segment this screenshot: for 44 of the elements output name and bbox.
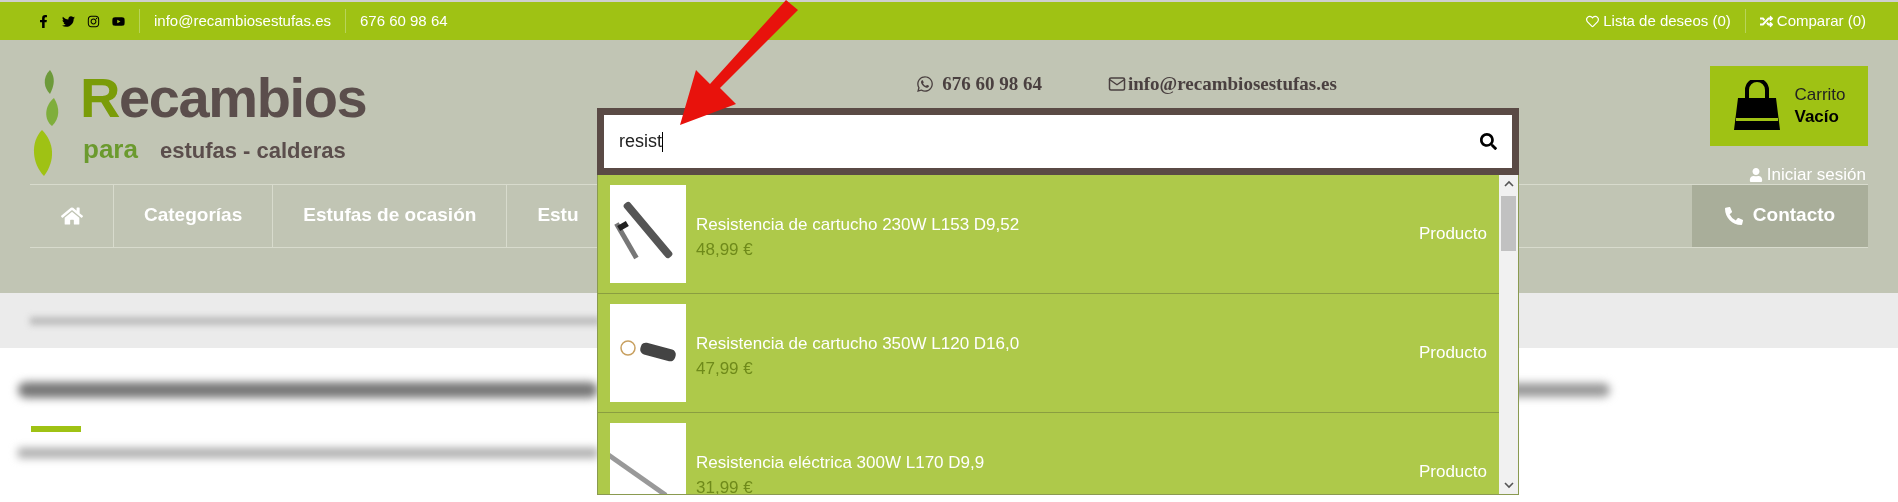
header-phone: 676 60 98 64 bbox=[916, 72, 1042, 96]
title-underline bbox=[31, 426, 81, 432]
shopping-bag-icon bbox=[1732, 80, 1783, 132]
home-icon bbox=[60, 204, 83, 227]
result-type: Producto bbox=[1418, 461, 1487, 484]
email-link[interactable]: info@recambiosestufas.es bbox=[140, 9, 345, 33]
compare-link[interactable]: Comparar (0) bbox=[1759, 9, 1866, 33]
scroll-down-icon[interactable] bbox=[1502, 479, 1515, 491]
result-type: Producto bbox=[1418, 342, 1487, 365]
nav-link[interactable]: Categorías bbox=[114, 184, 274, 247]
heart-icon bbox=[1586, 14, 1600, 28]
nav-link[interactable]: Estufas de ocasión bbox=[273, 184, 508, 247]
shuffle-icon bbox=[1759, 14, 1773, 28]
logo-tagline: estufas - calderas bbox=[159, 137, 346, 165]
logo-title: Recambios bbox=[80, 70, 367, 126]
instagram-icon[interactable] bbox=[87, 14, 100, 28]
search-icon[interactable] bbox=[1480, 133, 1497, 150]
nav-link[interactable]: Estu bbox=[537, 200, 579, 231]
search-result[interactable]: Resistencia de cartucho 350W L120 D16,0 47,99 € Producto bbox=[598, 294, 1499, 413]
arrow-icon bbox=[680, 0, 800, 125]
twitter-icon[interactable] bbox=[62, 14, 75, 28]
mail-icon bbox=[1107, 75, 1126, 93]
search-result[interactable]: Resistencia de cartucho 230W L153 D9,52 48,99 € Producto bbox=[598, 175, 1499, 294]
user-icon bbox=[1748, 167, 1763, 182]
whatsapp-icon bbox=[916, 75, 935, 93]
wishlist-link[interactable]: Lista de deseos (0) bbox=[1586, 9, 1731, 33]
site-logo[interactable]: Recambios para estufas - calderas bbox=[30, 68, 430, 178]
contact-link[interactable]: Contacto bbox=[1692, 184, 1868, 247]
phone-link[interactable]: 676 60 98 64 bbox=[346, 9, 462, 33]
product-name: Resistencia de cartucho 230W L153 D9,52 bbox=[696, 213, 1021, 236]
product-price: 48,99 € bbox=[696, 239, 754, 261]
product-name: Resistencia de cartucho 350W L120 D16,0 bbox=[696, 332, 1021, 355]
product-name: Resistencia eléctrica 300W L170 D9,9 bbox=[696, 451, 986, 474]
product-price: 47,99 € bbox=[696, 358, 754, 380]
youtube-icon[interactable] bbox=[112, 14, 125, 28]
facebook-icon[interactable] bbox=[37, 14, 50, 28]
search-field[interactable]: resist bbox=[597, 108, 1519, 175]
cart-button[interactable]: Carrito Vacío bbox=[1710, 66, 1868, 146]
logo-tagline: para bbox=[83, 133, 138, 166]
header-email: info@recambiosestufas.es bbox=[1107, 72, 1337, 96]
result-type: Producto bbox=[1418, 223, 1487, 246]
phone-icon bbox=[1724, 206, 1743, 225]
scrollbar[interactable] bbox=[1499, 175, 1518, 494]
scrollbar-thumb[interactable] bbox=[1501, 196, 1516, 251]
